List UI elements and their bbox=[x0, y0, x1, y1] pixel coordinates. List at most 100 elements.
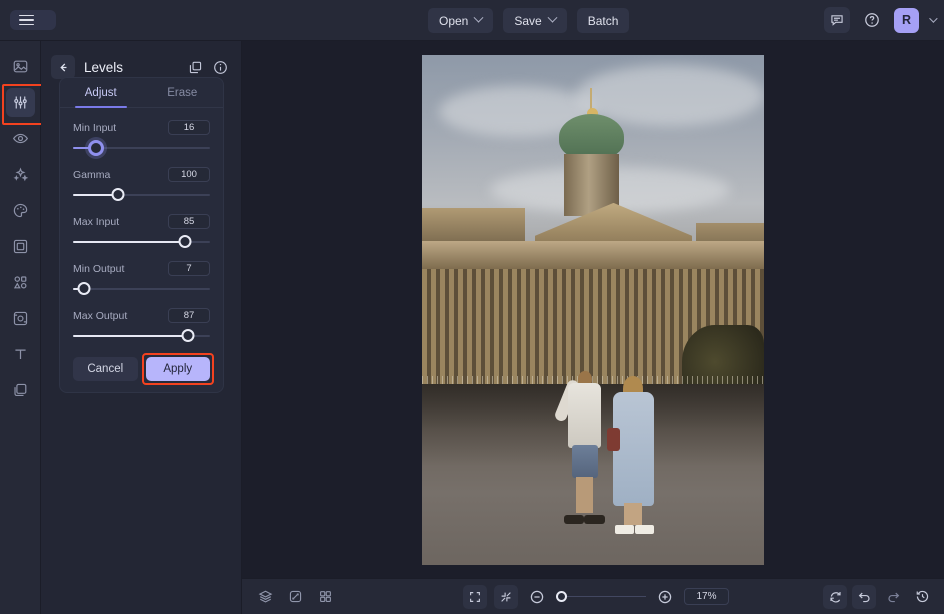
zoom-in-button[interactable] bbox=[653, 585, 677, 609]
fit-screen-icon bbox=[468, 590, 482, 604]
apply-button-highlight: Apply bbox=[146, 357, 211, 381]
sidebar-item-text[interactable] bbox=[6, 340, 35, 369]
info-icon bbox=[213, 60, 228, 75]
arrow-left-icon bbox=[57, 61, 70, 74]
sidebar-item-layers[interactable] bbox=[6, 376, 35, 405]
text-icon bbox=[12, 346, 29, 363]
sidebar-item-crop[interactable] bbox=[6, 304, 35, 333]
undo-button[interactable] bbox=[852, 585, 876, 609]
control-label: Min Input bbox=[73, 122, 116, 134]
editor-canvas[interactable] bbox=[242, 41, 944, 578]
help-circle-icon bbox=[864, 12, 880, 28]
open-button[interactable]: Open bbox=[428, 8, 493, 33]
min-input-slider[interactable] bbox=[73, 141, 210, 155]
undo-icon bbox=[857, 589, 872, 604]
tab-adjust[interactable]: Adjust bbox=[60, 78, 142, 107]
reset-icon bbox=[828, 589, 843, 604]
control-label: Max Output bbox=[73, 310, 127, 322]
zoom-slider[interactable] bbox=[556, 591, 646, 603]
apply-button[interactable]: Apply bbox=[146, 357, 211, 381]
duplicate-icon bbox=[188, 60, 203, 75]
slider-handle[interactable] bbox=[179, 235, 192, 248]
sidebar-item-retouch[interactable] bbox=[6, 124, 35, 153]
batch-button[interactable]: Batch bbox=[577, 8, 630, 33]
control-max-input: Max Input 85 bbox=[60, 214, 223, 249]
slider-handle[interactable] bbox=[182, 329, 195, 342]
sidebar-item-shapes[interactable] bbox=[6, 268, 35, 297]
history-controls bbox=[823, 585, 934, 609]
control-label: Min Output bbox=[73, 263, 124, 275]
bottom-bar: 17% bbox=[242, 578, 944, 614]
page-title: Levels bbox=[84, 60, 181, 75]
redo-button[interactable] bbox=[881, 585, 905, 609]
layers-stack-button[interactable] bbox=[253, 585, 277, 609]
slider-track bbox=[73, 288, 210, 290]
control-gamma: Gamma 100 bbox=[60, 167, 223, 202]
sidebar-item-adjust[interactable] bbox=[6, 88, 35, 117]
zoom-slider-handle[interactable] bbox=[556, 591, 567, 602]
avatar[interactable]: R bbox=[894, 8, 919, 33]
sidebar-item-color[interactable] bbox=[6, 196, 35, 225]
open-label: Open bbox=[439, 14, 468, 28]
max-output-value[interactable]: 87 bbox=[168, 308, 210, 323]
shapes-icon bbox=[12, 274, 29, 291]
chevron-down-icon bbox=[547, 13, 557, 23]
min-output-slider[interactable] bbox=[73, 282, 210, 296]
grid-button[interactable] bbox=[313, 585, 337, 609]
zoom-slider-track bbox=[556, 596, 646, 598]
photo-preview[interactable] bbox=[422, 55, 764, 565]
panel-tabs: Adjust Erase bbox=[60, 78, 223, 108]
info-button[interactable] bbox=[209, 56, 231, 78]
control-max-output: Max Output 87 bbox=[60, 308, 223, 343]
sidebar-item-image[interactable] bbox=[6, 52, 35, 81]
save-button[interactable]: Save bbox=[503, 8, 566, 33]
zoom-out-button[interactable] bbox=[525, 585, 549, 609]
photo-editor-window: Open Save Batch bbox=[0, 0, 944, 614]
crop-icon bbox=[12, 310, 29, 327]
sidebar-item-effects[interactable] bbox=[6, 160, 35, 189]
save-label: Save bbox=[514, 14, 541, 28]
min-output-value[interactable]: 7 bbox=[168, 261, 210, 276]
gamma-slider[interactable] bbox=[73, 188, 210, 202]
hamburger-icon[interactable] bbox=[19, 15, 34, 26]
layers-icon bbox=[12, 382, 29, 399]
max-input-value[interactable]: 85 bbox=[168, 214, 210, 229]
control-label: Gamma bbox=[73, 169, 110, 181]
app-menu-button[interactable] bbox=[10, 10, 56, 31]
max-input-slider[interactable] bbox=[73, 235, 210, 249]
eye-icon bbox=[12, 130, 29, 147]
control-min-input: Min Input 16 bbox=[60, 120, 223, 155]
top-bar: Open Save Batch bbox=[0, 0, 944, 41]
min-input-value[interactable]: 16 bbox=[168, 120, 210, 135]
redo-icon bbox=[886, 589, 901, 604]
gamma-value[interactable]: 100 bbox=[168, 167, 210, 182]
chevron-down-icon[interactable] bbox=[929, 14, 937, 22]
duplicate-button[interactable] bbox=[184, 56, 206, 78]
history-button[interactable] bbox=[910, 585, 934, 609]
tab-erase[interactable]: Erase bbox=[142, 78, 224, 107]
sliders-icon bbox=[12, 94, 29, 111]
slider-fill bbox=[73, 241, 185, 243]
zoom-level-value[interactable]: 17% bbox=[684, 588, 729, 605]
fit-screen-button[interactable] bbox=[463, 585, 487, 609]
chevron-down-icon bbox=[474, 13, 484, 23]
photo-dome bbox=[559, 114, 624, 160]
back-button[interactable] bbox=[51, 55, 75, 79]
control-min-output: Min Output 7 bbox=[60, 261, 223, 296]
link-button[interactable] bbox=[283, 585, 307, 609]
slider-handle[interactable] bbox=[77, 282, 90, 295]
slider-handle[interactable] bbox=[88, 140, 104, 156]
cancel-button[interactable]: Cancel bbox=[73, 357, 138, 381]
frame-icon bbox=[12, 238, 29, 255]
control-label: Max Input bbox=[73, 216, 119, 228]
photo-entablature bbox=[422, 241, 764, 269]
max-output-slider[interactable] bbox=[73, 329, 210, 343]
reset-button[interactable] bbox=[823, 585, 847, 609]
minus-circle-icon bbox=[529, 589, 545, 605]
collapse-button[interactable] bbox=[494, 585, 518, 609]
help-button[interactable] bbox=[859, 7, 885, 33]
sidebar-item-frame[interactable] bbox=[6, 232, 35, 261]
feedback-button[interactable] bbox=[824, 7, 850, 33]
slider-handle[interactable] bbox=[112, 188, 125, 201]
photo-person-right bbox=[610, 376, 658, 534]
